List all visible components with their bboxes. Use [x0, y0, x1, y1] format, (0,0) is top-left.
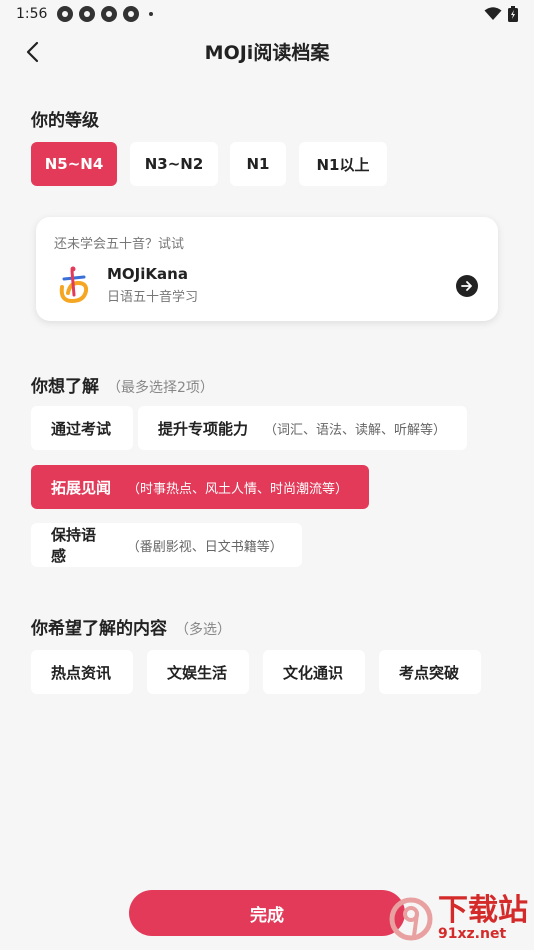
level-option-label: N5~N4	[44, 155, 104, 173]
content-section-title: 你希望了解的内容 （多选）	[31, 614, 231, 639]
content-option-culture[interactable]: 文化通识	[263, 650, 365, 694]
notification-icons	[57, 6, 154, 22]
goal-option-skills[interactable]: 提升专项能力 （词汇、语法、读解、听解等）	[138, 406, 467, 450]
goal-option-label: 提升专项能力	[158, 419, 249, 438]
watermark-url: 91xz.net	[438, 926, 507, 942]
goal-option-description: （词汇、语法、读解、听解等）	[264, 422, 447, 438]
notification-icon	[79, 6, 96, 22]
level-option-n1[interactable]: N1	[230, 142, 286, 186]
goal-section-label: 你想了解	[31, 377, 99, 397]
app-header: MOJi阅读档案	[0, 28, 534, 74]
content-option-entertainment[interactable]: 文娱生活	[147, 650, 249, 694]
status-time: 1:56	[16, 6, 48, 22]
level-section-title: 你的等级	[31, 106, 99, 131]
goal-option-language-sense[interactable]: 保持语感 （番剧影视、日文书籍等）	[31, 523, 302, 567]
content-option-news[interactable]: 热点资讯	[31, 650, 133, 694]
goal-option-description: （时事热点、风土人情、时尚潮流等）	[127, 481, 349, 497]
goal-section-hint: （最多选择2项）	[107, 380, 214, 396]
level-option-n1-above[interactable]: N1以上	[299, 142, 387, 186]
content-option-label: 文娱生活	[167, 663, 228, 682]
wifi-icon	[484, 7, 502, 20]
kana-app-description: 日语五十音学习	[107, 290, 199, 305]
goal-section-title: 你想了解 （最多选择2项）	[31, 372, 214, 397]
content-option-exam-points[interactable]: 考点突破	[379, 650, 481, 694]
goal-option-broaden[interactable]: 拓展见闻 （时事热点、风土人情、时尚潮流等）	[31, 465, 369, 509]
notification-icon	[101, 6, 118, 22]
mojikana-logo-icon	[59, 266, 89, 304]
watermark: 下载站 91xz.net	[354, 888, 534, 950]
content-option-label: 文化通识	[283, 663, 344, 682]
content-section-label: 你希望了解的内容	[31, 619, 167, 639]
done-button-label: 完成	[250, 905, 284, 926]
goal-option-label: 通过考试	[51, 419, 112, 438]
status-bar: 1:56	[0, 0, 534, 28]
kana-app-name: MOJiKana	[107, 265, 188, 283]
goal-option-description: （番剧影视、日文书籍等）	[126, 539, 283, 555]
level-option-label: N3~N2	[144, 155, 204, 173]
arrow-right-icon[interactable]	[456, 275, 478, 297]
system-icons	[484, 6, 518, 22]
goal-option-exam[interactable]: 通过考试	[31, 406, 133, 450]
watermark-logo-icon	[389, 897, 433, 941]
level-option-n3-n2[interactable]: N3~N2	[130, 142, 218, 186]
goal-option-label: 拓展见闻	[51, 478, 112, 497]
notification-icon	[123, 6, 140, 22]
more-notifications-icon	[149, 12, 154, 16]
page-title: MOJi阅读档案	[204, 41, 330, 64]
level-option-label: N1	[246, 155, 270, 173]
back-button[interactable]	[18, 38, 46, 66]
goal-option-label: 保持语感	[51, 526, 97, 565]
notification-icon	[57, 6, 74, 22]
watermark-title: 下载站	[438, 893, 528, 928]
mojikana-card[interactable]: 还未学会五十音？试试 MOJiKana 日语五十音学习	[36, 217, 498, 321]
kana-card-hint: 还未学会五十音？试试	[54, 237, 185, 252]
level-option-label: N1以上	[316, 155, 370, 174]
content-option-label: 考点突破	[399, 663, 460, 682]
chevron-left-icon	[26, 41, 39, 63]
content-section-hint: （多选）	[175, 622, 231, 638]
battery-icon	[508, 6, 518, 22]
content-option-label: 热点资讯	[51, 663, 112, 682]
level-section-label: 你的等级	[31, 111, 99, 131]
level-option-n5-n4[interactable]: N5~N4	[31, 142, 117, 186]
